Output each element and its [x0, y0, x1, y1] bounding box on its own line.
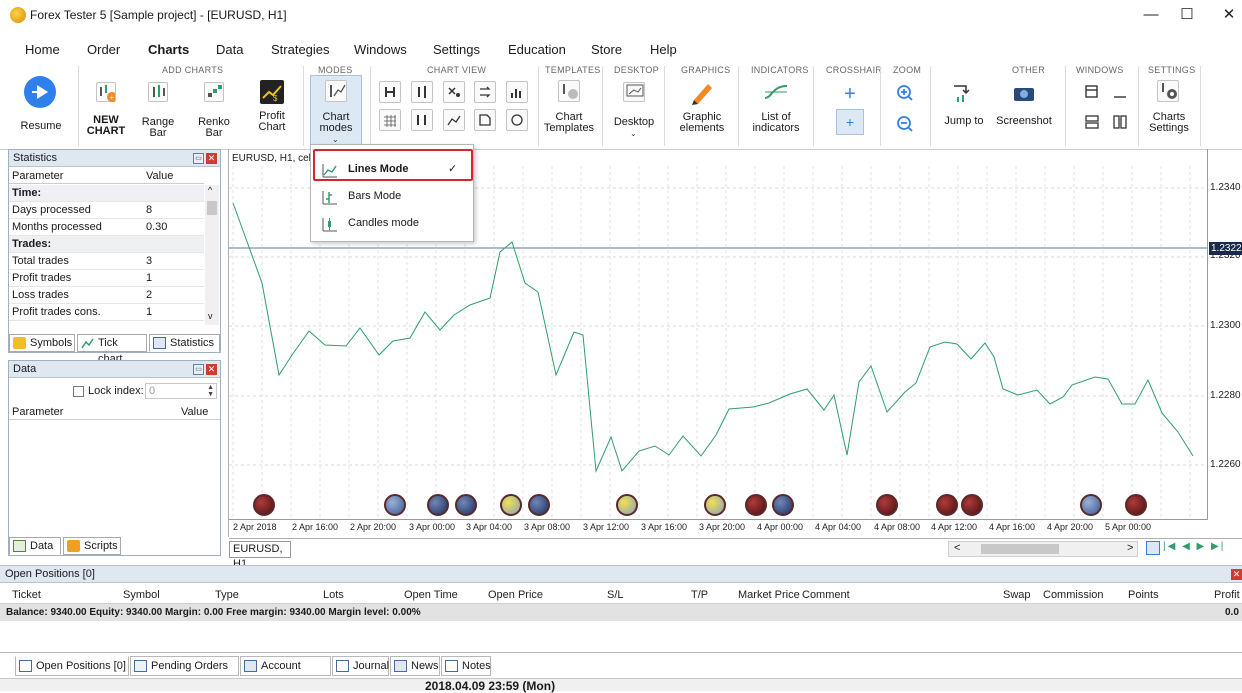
x-tick: 4 Apr 20:00 [1047, 522, 1094, 532]
col-symbol[interactable]: Symbol [123, 589, 160, 601]
news-event-icon[interactable] [455, 494, 477, 516]
news-event-icon[interactable] [876, 494, 898, 516]
news-event-icon[interactable] [384, 494, 406, 516]
chart-tab[interactable]: EURUSD, H1 [229, 541, 291, 570]
col-market-price[interactable]: Market Price [738, 589, 800, 601]
current-price-badge: 1.2322 [1209, 242, 1242, 255]
x-tick: 3 Apr 20:00 [699, 522, 746, 532]
y-tick: 1.2340 [1210, 182, 1241, 193]
col-profit[interactable]: Profit [1214, 589, 1240, 601]
candle-chart-icon [322, 216, 338, 232]
x-tick: 4 Apr 12:00 [931, 522, 978, 532]
balance-row: Balance: 9340.00 Equity: 9340.00 Margin:… [0, 604, 1242, 621]
col-type[interactable]: Type [215, 589, 239, 601]
open-positions-title: Open Positions [0] [5, 568, 95, 580]
y-tick: 1.2280 [1210, 390, 1241, 401]
y-tick: 1.2300 [1210, 320, 1241, 331]
news-event-icon[interactable] [253, 494, 275, 516]
open-positions-header: Open Positions [0] [0, 565, 1242, 583]
journal-icon [336, 660, 349, 672]
x-tick: 3 Apr 12:00 [583, 522, 630, 532]
notes-icon [445, 660, 458, 672]
scroll-left-icon[interactable]: < [954, 542, 960, 554]
account-history-icon [244, 660, 257, 672]
price-line [232, 202, 1194, 473]
col-tp[interactable]: T/P [691, 589, 708, 601]
tab-notes[interactable]: Notes [441, 656, 491, 676]
scrollbar-thumb[interactable] [981, 544, 1059, 554]
news-event-icon[interactable] [961, 494, 983, 516]
col-sl[interactable]: S/L [607, 589, 624, 601]
news-event-icon[interactable] [427, 494, 449, 516]
chart-scrollbar[interactable]: < > [948, 541, 1138, 557]
scroll-right-icon[interactable]: > [1127, 542, 1133, 554]
news-event-icon[interactable] [528, 494, 550, 516]
highlight-box [313, 149, 473, 181]
tab-account-history[interactable]: Account History [240, 656, 331, 690]
menu-item-candles-mode[interactable]: Candles mode [312, 210, 472, 237]
tab-pending-orders[interactable]: Pending Orders [0] [130, 656, 239, 690]
x-tick: 2 Apr 2018 [233, 522, 277, 532]
x-tick: 2 Apr 16:00 [292, 522, 339, 532]
col-ticket[interactable]: Ticket [12, 589, 41, 601]
col-open-time[interactable]: Open Time [404, 589, 458, 601]
x-tick: 4 Apr 08:00 [874, 522, 921, 532]
x-tick: 4 Apr 04:00 [815, 522, 862, 532]
pending-orders-icon [134, 660, 147, 672]
news-event-icon[interactable] [616, 494, 638, 516]
x-tick: 4 Apr 00:00 [757, 522, 804, 532]
col-lots[interactable]: Lots [323, 589, 344, 601]
col-commission[interactable]: Commission [1043, 589, 1104, 601]
col-open-price[interactable]: Open Price [488, 589, 543, 601]
x-tick: 3 Apr 08:00 [524, 522, 571, 532]
news-event-icon[interactable] [772, 494, 794, 516]
news-event-icon[interactable] [936, 494, 958, 516]
x-tick: 3 Apr 04:00 [466, 522, 513, 532]
col-points[interactable]: Points [1128, 589, 1159, 601]
open-positions-icon [19, 660, 32, 672]
x-tick: 4 Apr 16:00 [989, 522, 1036, 532]
x-tick: 5 Apr 00:00 [1105, 522, 1152, 532]
status-bar: 2018.04.09 23:59 (Mon) [0, 678, 1242, 693]
tab-open-positions[interactable]: Open Positions [0] [15, 656, 129, 676]
x-tick: 3 Apr 16:00 [641, 522, 688, 532]
x-tick: 2 Apr 20:00 [350, 522, 397, 532]
panel-close-icon[interactable]: ✕ [1231, 569, 1242, 580]
y-tick: 1.2260 [1210, 459, 1241, 470]
tab-journal[interactable]: Journal [332, 656, 389, 676]
news-event-icon[interactable] [500, 494, 522, 516]
col-comment[interactable]: Comment [802, 589, 850, 601]
auto-scroll-icon[interactable] [1146, 541, 1160, 555]
menu-item-bars-mode[interactable]: Bars Mode [312, 183, 472, 210]
news-event-icon[interactable] [704, 494, 726, 516]
news-event-icon[interactable] [1125, 494, 1147, 516]
news-event-icon[interactable] [1080, 494, 1102, 516]
tab-news[interactable]: News [390, 656, 440, 676]
bar-chart-icon [322, 189, 338, 205]
news-event-icon[interactable] [745, 494, 767, 516]
col-swap[interactable]: Swap [1003, 589, 1031, 601]
playback-controls-icon[interactable]: |◀ ◀ ▶ ▶| [1163, 541, 1225, 552]
x-tick: 3 Apr 00:00 [409, 522, 456, 532]
news-icon [394, 660, 407, 672]
